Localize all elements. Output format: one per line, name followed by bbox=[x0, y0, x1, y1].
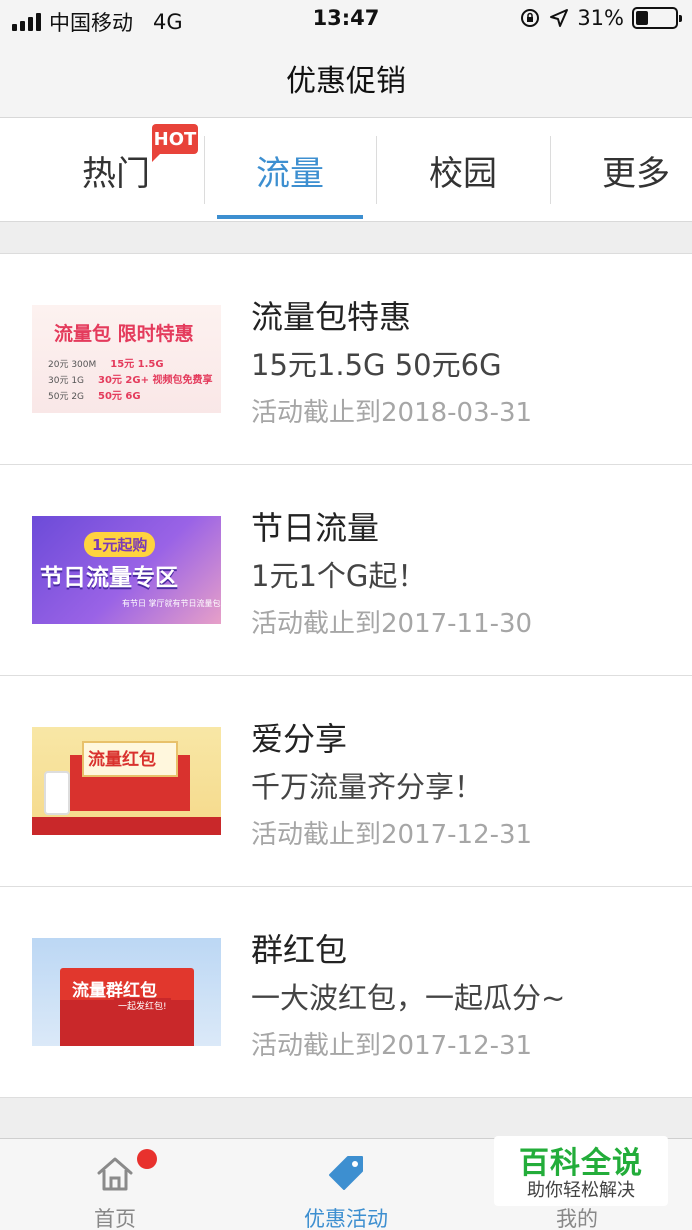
promo-thumbnail: 流量红包 bbox=[32, 727, 221, 835]
promo-title: 节日流量 bbox=[251, 509, 380, 547]
promo-title: 流量包特惠 bbox=[251, 298, 412, 336]
tab-label: 更多 bbox=[602, 153, 670, 194]
promo-title: 爱分享 bbox=[251, 720, 348, 758]
thumb-row-new: 30元 2G+ 视频包免费享 bbox=[98, 375, 213, 386]
promo-thumbnail: 1元起购 节日流量专区 有节日 掌厅就有节日流量包 bbox=[32, 516, 221, 624]
thumb-row: 30元 1G 30元 2G+ 视频包免费享 bbox=[48, 371, 212, 386]
promo-item-share[interactable]: 流量红包 爱分享 千万流量齐分享！ 活动截止到2017-12-31 bbox=[0, 676, 692, 887]
hot-badge: HOT bbox=[152, 124, 198, 162]
status-right: 31% bbox=[519, 6, 682, 30]
promo-item-traffic-pack[interactable]: 流量包 限时特惠 20元 300M 15元 1.5G 30元 1G 30元 2G+ … bbox=[0, 254, 692, 465]
category-tabs: 热门 HOT 流量 校园 更多 bbox=[0, 118, 692, 222]
tabbar-label: 首页 bbox=[94, 1207, 136, 1230]
tab-campus[interactable]: 校园 bbox=[377, 118, 549, 222]
tabbar-label: 优惠活动 bbox=[304, 1207, 388, 1230]
promo-thumbnail: 流量包 限时特惠 20元 300M 15元 1.5G 30元 1G 30元 2G+ … bbox=[32, 305, 221, 413]
promo-deadline: 活动截止到2017-12-31 bbox=[251, 1031, 533, 1061]
thumb-row-old: 30元 1G bbox=[48, 376, 85, 386]
status-bar: 中国移动 4G 13:47 31% bbox=[0, 0, 692, 38]
location-arrow-icon bbox=[550, 9, 569, 27]
thumb-row-new: 15元 1.5G bbox=[110, 359, 164, 370]
promo-item-group-red-packet[interactable]: 流量群红包 一起发红包! 群红包 一大波红包，一起瓜分~ 活动截止到2017-1… bbox=[0, 887, 692, 1098]
promo-title: 群红包 bbox=[251, 931, 348, 969]
rotation-lock-icon bbox=[521, 9, 540, 27]
tabbar-item-promotions[interactable]: 优惠活动 bbox=[276, 1139, 416, 1230]
tab-label: 流量 bbox=[256, 153, 324, 194]
promo-deadline: 活动截止到2018-03-31 bbox=[251, 398, 533, 428]
home-icon bbox=[97, 1157, 133, 1191]
promo-description: 15元1.5G 50元6G bbox=[251, 348, 502, 382]
promo-description: 1元1个G起！ bbox=[251, 559, 427, 593]
tab-more[interactable]: 更多 bbox=[551, 118, 692, 222]
tag-icon bbox=[329, 1156, 363, 1190]
promo-deadline: 活动截止到2017-12-31 bbox=[251, 820, 533, 850]
watermark-logo: 百科全说 助你轻松解决 bbox=[494, 1136, 668, 1206]
thumb-row: 50元 2G 50元 6G bbox=[48, 387, 141, 402]
watermark-subtitle: 助你轻松解决 bbox=[527, 1180, 635, 1201]
battery-percent: 31% bbox=[577, 6, 624, 30]
tabbar-label: 我的 bbox=[556, 1207, 598, 1230]
thumb-heading: 流量红包 bbox=[88, 750, 156, 770]
thumb-phone bbox=[44, 771, 70, 815]
thumb-row-old: 20元 300M bbox=[48, 360, 97, 370]
thumb-row: 20元 300M 15元 1.5G bbox=[48, 355, 164, 370]
thumb-row-old: 50元 2G bbox=[48, 392, 85, 402]
tab-label: 校园 bbox=[429, 153, 497, 194]
tab-active-indicator bbox=[217, 215, 363, 219]
promo-list: 流量包 限时特惠 20元 300M 15元 1.5G 30元 1G 30元 2G+ … bbox=[0, 253, 692, 1098]
thumb-subtext: 一起发红包! bbox=[114, 998, 171, 1013]
thumb-subtext: 有节日 掌厅就有节日流量包 bbox=[122, 599, 221, 608]
tabbar-item-home[interactable]: 首页 bbox=[45, 1139, 185, 1230]
promo-item-holiday-traffic[interactable]: 1元起购 节日流量专区 有节日 掌厅就有节日流量包 节日流量 1元1个G起！ 活… bbox=[0, 465, 692, 676]
thumb-base bbox=[32, 817, 221, 835]
promo-thumbnail: 流量群红包 一起发红包! bbox=[32, 938, 221, 1046]
thumb-heading: 节日流量专区 bbox=[40, 565, 178, 591]
page-title: 优惠促销 bbox=[286, 64, 406, 99]
thumb-badge: 1元起购 bbox=[84, 532, 156, 557]
promo-description: 一大波红包，一起瓜分~ bbox=[251, 981, 566, 1015]
nav-bar: 优惠促销 bbox=[0, 38, 692, 118]
battery-fill bbox=[636, 11, 648, 25]
tab-label: 热门 bbox=[82, 153, 150, 194]
thumb-heading: 流量包 限时特惠 bbox=[54, 323, 194, 345]
tab-traffic[interactable]: 流量 bbox=[205, 118, 375, 222]
promo-deadline: 活动截止到2017-11-30 bbox=[251, 609, 533, 639]
thumb-row-new: 50元 6G bbox=[98, 391, 141, 402]
notification-dot bbox=[137, 1149, 157, 1169]
battery-icon bbox=[632, 7, 682, 29]
promo-description: 千万流量齐分享！ bbox=[251, 770, 484, 804]
